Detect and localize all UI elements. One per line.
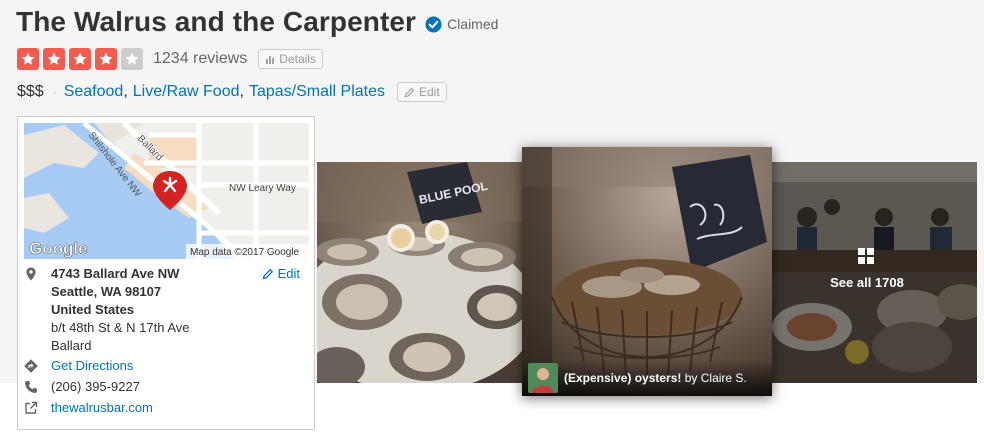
category-link[interactable]: Live/Raw Food: [133, 83, 240, 101]
edit-address-label: Edit: [277, 266, 300, 281]
photo-see-all[interactable]: See all 1708: [772, 162, 977, 383]
address-line1: 4743 Ballard Ave NW: [51, 266, 180, 281]
claimed-badge[interactable]: Claimed: [425, 15, 499, 33]
price-range: $$$: [17, 83, 44, 100]
caption-author[interactable]: by Claire S.: [685, 371, 747, 385]
neighborhood: Ballard: [51, 338, 92, 353]
edit-label: Edit: [419, 85, 440, 99]
claimed-label: Claimed: [447, 16, 499, 32]
address-line2: Seattle, WA 98107: [51, 284, 162, 299]
directions-icon: [24, 358, 38, 373]
website-row[interactable]: thewalrusbar.com: [24, 397, 310, 418]
star-icon: [95, 48, 117, 70]
star-icon: [69, 48, 91, 70]
rating-row: 1234 reviews Details: [17, 48, 323, 70]
caption-title[interactable]: (Expensive) oysters!: [564, 371, 681, 385]
business-name: The Walrus and the Carpenter: [16, 6, 417, 37]
map[interactable]: Shilshole Ave NW Ballard NW Leary Way Go…: [24, 123, 309, 259]
user-avatar[interactable]: [528, 363, 558, 393]
photo-oysters-platter[interactable]: BLUE POOL: [317, 162, 522, 383]
star-icon: [43, 48, 65, 70]
category-row: $$$ · Seafood, Live/Raw Food, Tapas/Smal…: [17, 81, 447, 103]
star-icon: [121, 48, 143, 70]
address-block: 4743 Ballard Ave NW Seattle, WA 98107 Un…: [24, 265, 310, 418]
photo-featured[interactable]: (Expensive) oysters! by Claire S.: [522, 147, 772, 396]
review-count: 1234 reviews: [153, 50, 248, 67]
separator-dot: ·: [52, 85, 57, 99]
address-line3: United States: [51, 302, 135, 317]
pencil-icon: [404, 87, 415, 97]
map-street-label: NW Leary Way: [229, 183, 296, 194]
category-link[interactable]: Seafood: [64, 83, 124, 101]
external-link-icon: [25, 401, 38, 414]
cross-streets: b/t 48th St & N 17th Ave: [51, 320, 190, 335]
bar-chart-icon: [266, 56, 275, 64]
details-label: Details: [279, 52, 316, 66]
see-all-overlay[interactable]: See all 1708: [772, 162, 977, 383]
star-icon: [17, 48, 39, 70]
category-link[interactable]: Tapas/Small Plates: [249, 83, 385, 101]
see-all-label[interactable]: See all 1708: [772, 275, 962, 290]
map-attribution: Map data ©2017 Google: [190, 247, 300, 258]
pencil-icon: [262, 268, 273, 279]
get-directions-link[interactable]: Get Directions: [51, 358, 133, 373]
directions-row[interactable]: Get Directions: [24, 355, 310, 376]
phone-row: (206) 395-9227: [24, 376, 310, 397]
edit-address-link[interactable]: Edit: [262, 266, 300, 281]
photo-caption: (Expensive) oysters! by Claire S.: [522, 360, 772, 396]
address-row: 4743 Ballard Ave NW Seattle, WA 98107 Un…: [24, 265, 310, 355]
business-header: The Walrus and the Carpenter Claimed: [16, 4, 498, 40]
edit-categories-button[interactable]: Edit: [397, 82, 447, 102]
marker-icon: [26, 267, 36, 281]
comma: ,: [123, 83, 128, 100]
checkmark-badge-icon: [425, 15, 442, 33]
caption-text: (Expensive) oysters! by Claire S.: [564, 371, 747, 385]
star-rating: [17, 48, 147, 70]
grid-icon: [858, 248, 874, 264]
phone-icon: [25, 380, 37, 393]
map-card: Shilshole Ave NW Ballard NW Leary Way Go…: [17, 116, 315, 430]
comma: ,: [239, 83, 244, 100]
google-logo: Google: [29, 239, 88, 258]
details-button[interactable]: Details: [258, 49, 323, 69]
phone-number: (206) 395-9227: [51, 379, 140, 394]
website-link[interactable]: thewalrusbar.com: [51, 400, 153, 415]
address-text: 4743 Ballard Ave NW Seattle, WA 98107 Un…: [51, 265, 190, 355]
